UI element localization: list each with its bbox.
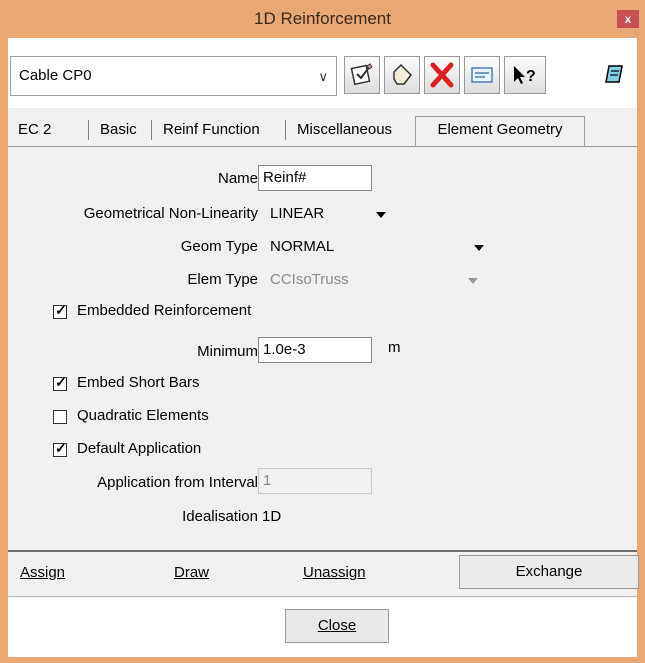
minimum-label: Minimum (197, 343, 258, 360)
reinforcement-selector[interactable]: Cable CP0 ∨ (10, 56, 337, 96)
quadratic-elements-label[interactable]: Quadratic Elements (77, 407, 209, 424)
name-input[interactable]: Reinf# (258, 165, 372, 191)
eraser-button[interactable] (384, 56, 420, 94)
delete-icon (430, 62, 454, 88)
window-title: 1D Reinforcement (253, 9, 391, 28)
svg-text:?: ? (526, 68, 536, 85)
assign-button[interactable]: Assign (20, 564, 65, 581)
list-icon (471, 67, 493, 83)
toolbar: Cable CP0 ∨ ? (8, 38, 637, 108)
chevron-down-icon[interactable] (376, 212, 386, 218)
exchange-button[interactable]: Exchange (459, 555, 639, 589)
name-label: Name (217, 170, 258, 187)
elem-type-select: CCIsoTruss (270, 271, 349, 288)
close-label: Close (317, 617, 357, 634)
tab-separator (151, 120, 152, 140)
close-window-button[interactable]: x (617, 10, 639, 28)
assign-label: Assign (20, 564, 66, 581)
geom-type-label: Geom Type (180, 238, 258, 255)
context-help-button[interactable]: ? (504, 56, 546, 94)
draw-label: Draw (174, 564, 210, 581)
dialog-client: Cable CP0 ∨ ? EC 2 Basic Reinf Function … (8, 38, 639, 657)
delete-button[interactable] (424, 56, 460, 94)
check-icon: ✓ (55, 302, 67, 318)
tab-separator (285, 120, 286, 140)
reinforcement-selector-value: Cable CP0 (19, 67, 92, 84)
default-application-checkbox[interactable]: ✓ (53, 440, 67, 457)
unassign-button[interactable]: Unassign (303, 564, 366, 581)
chevron-down-icon[interactable] (474, 245, 484, 251)
action-bar: Assign Draw Unassign Exchange (8, 552, 639, 597)
dialog-window: 1D Reinforcement x Cable CP0 ∨ ? EC 2 Ba… (0, 0, 645, 663)
unassign-label: Unassign (303, 564, 366, 581)
embedded-reinforcement-checkbox[interactable]: ✓ (53, 302, 67, 319)
tab-bar: EC 2 Basic Reinf Function Miscellaneous … (8, 116, 637, 146)
list-button[interactable] (464, 56, 500, 94)
elem-type-label: Elem Type (187, 271, 258, 288)
eraser-icon (393, 63, 412, 85)
edit-icon (350, 63, 373, 86)
notes-button[interactable] (598, 56, 634, 94)
edit-button[interactable] (344, 56, 380, 94)
help-icon: ? (514, 66, 536, 85)
chevron-down-icon (468, 278, 478, 284)
tab-miscellaneous[interactable]: Miscellaneous (289, 116, 400, 144)
embedded-reinforcement-label[interactable]: Embedded Reinforcement (77, 302, 251, 319)
embed-short-bars-checkbox[interactable]: ✓ (53, 374, 67, 391)
default-application-label[interactable]: Default Application (77, 440, 201, 457)
geo-nonlinearity-label: Geometrical Non-Linearity (83, 205, 258, 222)
application-interval-label: Application from Interval (97, 474, 258, 491)
tab-element-geometry[interactable]: Element Geometry (415, 116, 585, 146)
tab-basic[interactable]: Basic (92, 116, 145, 144)
footer: Close (8, 598, 637, 657)
notes-icon (605, 65, 623, 83)
minimum-input[interactable]: 1.0e-3 (258, 337, 372, 363)
draw-button[interactable]: Draw (174, 564, 209, 581)
geo-nonlinearity-select[interactable]: LINEAR (270, 205, 324, 222)
close-button[interactable]: Close (285, 609, 389, 643)
application-interval-input: 1 (258, 468, 372, 494)
minimum-unit: m (388, 339, 401, 356)
check-icon: ✓ (55, 440, 67, 456)
tab-separator (88, 120, 89, 140)
geom-type-select[interactable]: NORMAL (270, 238, 334, 255)
check-icon: ✓ (55, 374, 67, 390)
embed-short-bars-label[interactable]: Embed Short Bars (77, 374, 200, 391)
quadratic-elements-checkbox[interactable] (53, 410, 67, 424)
chevron-down-icon[interactable]: ∨ (318, 69, 328, 85)
tab-reinf-function[interactable]: Reinf Function (155, 116, 268, 144)
tab-ec2[interactable]: EC 2 (10, 116, 59, 144)
idealisation-label: Idealisation (182, 508, 258, 525)
element-geometry-panel: Name Reinf# Geometrical Non-Linearity LI… (8, 146, 637, 547)
idealisation-value: 1D (262, 508, 282, 525)
title-bar[interactable]: 1D Reinforcement x (0, 0, 645, 38)
